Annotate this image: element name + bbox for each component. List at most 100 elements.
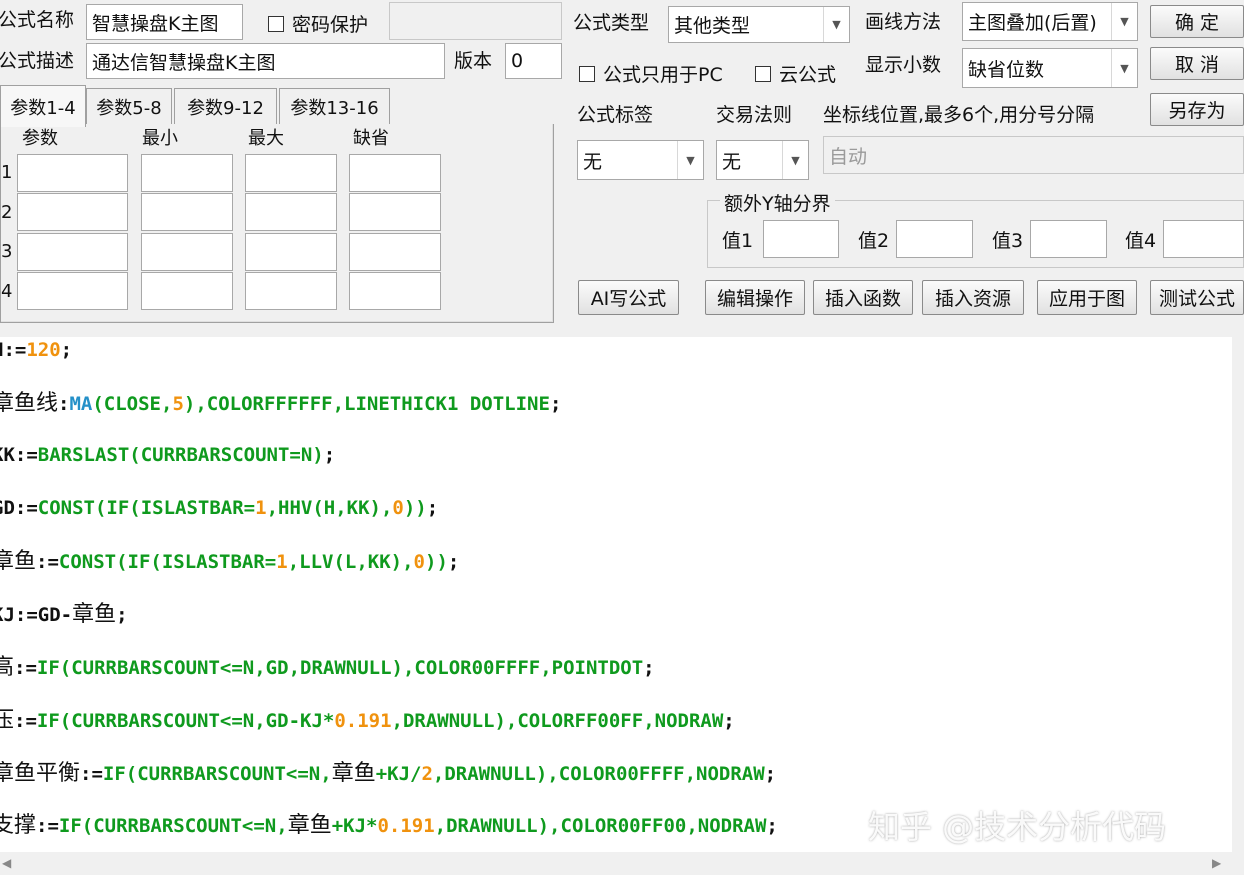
edit-operation-button[interactable]: 编辑操作 <box>705 280 805 315</box>
code-token: ; <box>766 815 778 837</box>
param1-default-input[interactable] <box>349 154 441 192</box>
ok-button[interactable]: 确 定 <box>1150 5 1244 38</box>
value2-input[interactable] <box>896 220 973 258</box>
apply-to-chart-button[interactable]: 应用于图 <box>1037 280 1137 315</box>
password-input[interactable] <box>389 2 562 40</box>
code-token: 0 <box>413 551 425 573</box>
checkbox-box[interactable] <box>755 65 771 82</box>
code-token: 章鱼 <box>72 602 117 627</box>
cloud-formula-checkbox[interactable]: 云公式 <box>755 60 836 87</box>
decimal-label: 显示小数 <box>865 54 942 76</box>
code-token: ; <box>723 710 735 732</box>
version-label: 版本 <box>454 50 493 72</box>
draw-method-select[interactable]: 主图叠加(后置) ▼ <box>962 2 1138 41</box>
chevron-down-icon[interactable]: ▼ <box>677 141 703 179</box>
formula-type-select[interactable]: 其他类型 ▼ <box>668 6 850 43</box>
code-token: : <box>58 393 70 415</box>
param4-name-input[interactable] <box>17 272 128 310</box>
pc-only-checkbox[interactable]: 公式只用于PC <box>579 60 723 87</box>
code-token: )) <box>425 551 448 573</box>
param4-max-input[interactable] <box>245 272 337 310</box>
value3-input[interactable] <box>1030 220 1107 258</box>
test-formula-button[interactable]: 测试公式 <box>1150 280 1244 315</box>
chevron-down-icon[interactable]: ▼ <box>782 141 808 179</box>
code-line: N:=120; <box>0 341 72 360</box>
formula-type-value: 其他类型 <box>674 15 751 37</box>
password-checkbox[interactable]: 密码保护 <box>268 10 368 37</box>
tab-params-1-4[interactable]: 参数1-4 <box>0 85 86 127</box>
code-token: := <box>36 551 59 573</box>
formula-desc-label: 公式描述 <box>0 50 75 72</box>
tab-params-5-8[interactable]: 参数5-8 <box>86 88 172 124</box>
code-token: := <box>36 815 59 837</box>
horizontal-scrollbar[interactable]: ◀ ▶ <box>0 852 1244 875</box>
cancel-button[interactable]: 取 消 <box>1150 47 1244 80</box>
code-token: CONST(IF(ISLASTBAR= <box>58 551 277 573</box>
param-row-number: 1 <box>1 162 13 183</box>
code-token: 0.191 <box>377 815 435 837</box>
axis-position-input[interactable]: 自动 <box>823 136 1244 174</box>
checkbox-box[interactable] <box>579 65 595 82</box>
value1-input[interactable] <box>763 220 839 258</box>
param1-min-input[interactable] <box>141 154 233 192</box>
code-token: 章鱼 <box>331 761 376 786</box>
formula-desc-input[interactable]: 通达信智慧操盘K主图 <box>86 43 445 79</box>
draw-method-value: 主图叠加(后置) <box>968 12 1097 34</box>
code-line: 章鱼:=CONST(IF(ISLASTBAR=1,LLV(L,KK),0)); <box>0 551 459 573</box>
param-row-number: 4 <box>1 281 13 302</box>
param3-default-input[interactable] <box>349 233 441 271</box>
param4-default-input[interactable] <box>349 272 441 310</box>
scroll-left-icon[interactable]: ◀ <box>2 856 11 870</box>
insert-function-button[interactable]: 插入函数 <box>813 280 913 315</box>
formula-name-input[interactable]: 智慧操盘K主图 <box>86 4 243 40</box>
param2-min-input[interactable] <box>141 193 233 231</box>
code-token: 章鱼线 <box>0 391 59 416</box>
param2-max-input[interactable] <box>245 193 337 231</box>
chevron-down-icon[interactable]: ▼ <box>823 7 849 42</box>
param1-max-input[interactable] <box>245 154 337 192</box>
chevron-down-icon[interactable]: ▼ <box>1111 49 1137 87</box>
param4-min-input[interactable] <box>141 272 233 310</box>
param2-name-input[interactable] <box>17 193 128 231</box>
param2-default-input[interactable] <box>349 193 441 231</box>
save-as-button[interactable]: 另存为 <box>1150 93 1244 126</box>
code-token: ,DRAWNULL),COLORFF00FF,NODRAW <box>391 710 724 732</box>
param-header-default: 缺省 <box>353 128 389 149</box>
code-line: 高:=IF(CURRBARSCOUNT<=N,GD,DRAWNULL),COLO… <box>0 657 655 679</box>
code-token: 章鱼 <box>287 813 332 838</box>
version-input[interactable]: 0 <box>505 43 562 79</box>
param3-name-input[interactable] <box>17 233 128 271</box>
code-token: 0.191 <box>334 710 392 732</box>
code-token: ),COLORFFFFFF,LINETHICK1 DOTLINE <box>183 393 550 415</box>
decimal-value: 缺省位数 <box>968 58 1045 81</box>
code-token: ; <box>426 497 439 519</box>
code-editor[interactable]: N:=120;章鱼线:MA(CLOSE,5),COLORFFFFFF,LINET… <box>0 337 1232 852</box>
code-token: 支撑 <box>0 813 37 838</box>
code-token: ; <box>116 604 128 626</box>
code-token: )) <box>403 497 427 519</box>
checkbox-box[interactable] <box>268 15 284 32</box>
tab-params-13-16[interactable]: 参数13-16 <box>279 88 390 124</box>
param3-max-input[interactable] <box>245 233 337 271</box>
code-line: 支撑:=IF(CURRBARSCOUNT<=N,章鱼+KJ*0.191,DRAW… <box>0 815 778 837</box>
formula-tag-select[interactable]: 无 ▼ <box>577 140 704 180</box>
param3-min-input[interactable] <box>141 233 233 271</box>
code-token: ,LLV(L,KK), <box>287 551 414 573</box>
vertical-scrollbar[interactable] <box>1232 337 1244 852</box>
axis-position-label: 坐标线位置,最多6个,用分号分隔 <box>823 104 1095 126</box>
scroll-right-icon[interactable]: ▶ <box>1212 856 1221 870</box>
decimal-select[interactable]: 缺省位数 ▼ <box>962 48 1138 88</box>
tab-params-9-12[interactable]: 参数9-12 <box>174 88 277 124</box>
value4-input[interactable] <box>1163 220 1244 258</box>
code-token: CONST(IF(ISLASTBAR= <box>37 497 256 519</box>
trade-rule-select[interactable]: 无 ▼ <box>716 140 809 180</box>
formula-type-label: 公式类型 <box>573 12 650 34</box>
param1-name-input[interactable] <box>17 154 128 192</box>
code-token: GD:= <box>0 497 38 519</box>
insert-resource-button[interactable]: 插入资源 <box>922 280 1024 315</box>
ai-write-formula-button[interactable]: AI写公式 <box>578 280 679 315</box>
extra-y-axis-title: 额外Y轴分界 <box>720 189 835 216</box>
code-token: IF(CURRBARSCOUNT<=N,GD-KJ* <box>36 710 335 732</box>
chevron-down-icon[interactable]: ▼ <box>1111 3 1137 40</box>
trade-rule-label: 交易法则 <box>716 104 793 126</box>
